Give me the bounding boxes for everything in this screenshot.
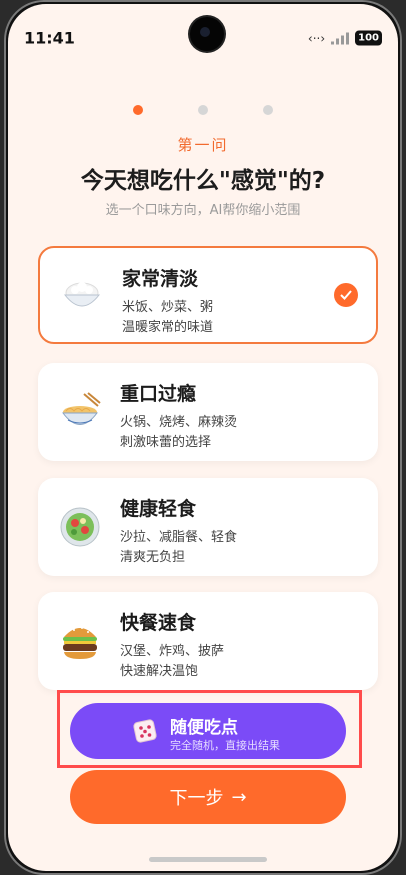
progress-dot-1 (133, 105, 143, 115)
rice-bowl-icon (63, 282, 101, 307)
option-examples: 火锅、烧烤、麻辣烫 (120, 415, 238, 430)
dice-icon (133, 719, 157, 743)
next-step-label: 下一步 (169, 788, 224, 809)
data-transfer-icon: ‹··› (307, 31, 326, 45)
option-examples: 沙拉、减脂餐、轻食 (120, 530, 238, 545)
option-description: 清爽无负担 (120, 550, 186, 565)
phone-frame: 11:41 ‹··› 100 第一问 今天想吃什么"感觉"的? 选一个口味方向，… (4, 0, 402, 875)
option-card-home-style[interactable]: 家常清淡 米饭、炒菜、粥 温暖家常的味道 (38, 246, 378, 344)
status-icons: ‹··› 100 (307, 30, 382, 46)
progress-dot-3 (263, 105, 273, 115)
random-button-subtitle: 完全随机，直接出结果 (170, 739, 280, 752)
option-title: 家常清淡 (122, 268, 199, 290)
home-indicator[interactable] (149, 857, 267, 862)
option-description: 快速解决温饱 (120, 664, 199, 679)
next-step-button[interactable]: 下一步 → (70, 770, 346, 824)
option-title: 重口过瘾 (120, 383, 197, 405)
option-title: 快餐速食 (120, 612, 197, 634)
option-title: 健康轻食 (120, 498, 197, 520)
option-description: 温暖家常的味道 (122, 320, 214, 335)
option-description: 刺激味蕾的选择 (120, 435, 212, 450)
battery-icon: 100 (355, 30, 382, 46)
burger-icon (63, 627, 97, 659)
app-screen: 11:41 ‹··› 100 第一问 今天想吃什么"感觉"的? 选一个口味方向，… (8, 4, 398, 871)
question-number: 第一问 (177, 136, 229, 154)
question-title: 今天想吃什么"感觉"的? (80, 168, 326, 194)
salad-icon (60, 507, 100, 547)
question-subtitle: 选一个口味方向，AI帮你缩小范围 (105, 203, 301, 218)
option-examples: 汉堡、炸鸡、披萨 (120, 644, 225, 659)
progress-dot-2 (198, 105, 208, 115)
random-button-title: 随便吃点 (170, 718, 238, 738)
check-icon (334, 283, 358, 307)
signal-icon (331, 32, 350, 44)
random-pick-button[interactable]: 随便吃点 完全随机，直接出结果 (70, 703, 346, 759)
option-examples: 米饭、炒菜、粥 (122, 300, 214, 315)
option-card-healthy-light[interactable]: 健康轻食 沙拉、减脂餐、轻食 清爽无负担 (38, 478, 378, 576)
front-camera (190, 17, 224, 51)
option-card-fast-food[interactable]: 快餐速食 汉堡、炸鸡、披萨 快速解决温饱 (38, 592, 378, 690)
progress-dots (8, 105, 398, 115)
status-time: 11:41 (24, 28, 75, 48)
arrow-right-icon: → (231, 786, 247, 808)
noodle-bowl-icon (62, 392, 101, 425)
status-bar: 11:41 ‹··› 100 (8, 4, 398, 51)
option-card-heavy-taste[interactable]: 重口过瘾 火锅、烧烤、麻辣烫 刺激味蕾的选择 (38, 363, 378, 461)
